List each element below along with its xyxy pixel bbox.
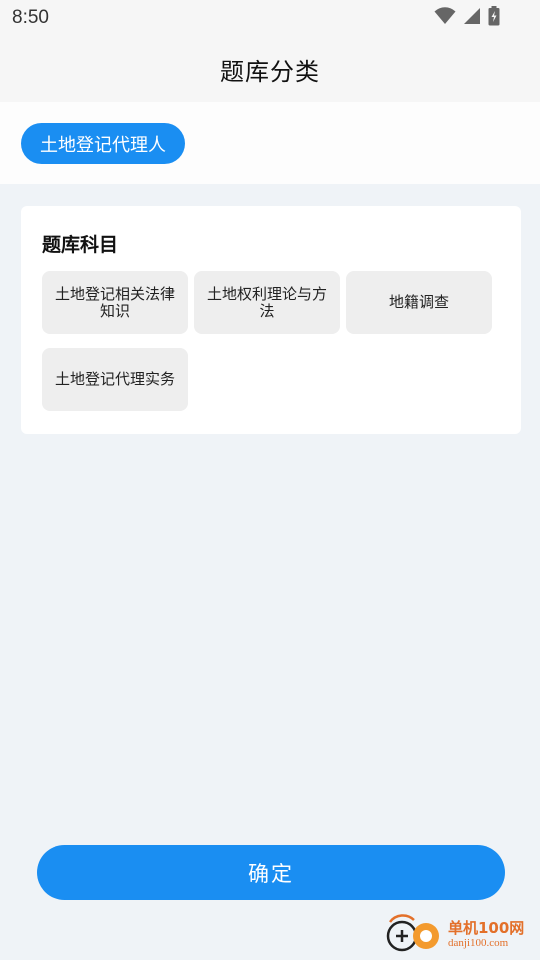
category-chip-selected[interactable]: 土地登记代理人 [21, 123, 185, 164]
watermark-brand: 单机100网 [448, 919, 525, 937]
subject-item-legal-knowledge[interactable]: 土地登记相关法律知识 [42, 271, 188, 334]
watermark: 单机100网 danji100.com [384, 914, 534, 958]
confirm-button[interactable]: 确定 [37, 845, 505, 900]
signal-icon [463, 7, 481, 29]
watermark-logo-icon [384, 914, 442, 958]
category-strip: 土地登记代理人 [0, 102, 540, 184]
wifi-icon [434, 7, 456, 29]
page-title: 题库分类 [220, 57, 320, 86]
subject-grid: 土地登记相关法律知识 土地权利理论与方法 地籍调查 土地登记代理实务 [42, 271, 502, 411]
subject-item-cadastral-survey[interactable]: 地籍调查 [346, 271, 492, 334]
watermark-text: 单机100网 danji100.com [448, 921, 524, 951]
status-bar: 8:50 [0, 0, 540, 36]
subject-card-title: 题库科目 [42, 234, 119, 256]
subject-card: 题库科目 土地登记相关法律知识 土地权利理论与方法 地籍调查 土地登记代理实务 [21, 206, 521, 434]
app-header: 题库分类 [0, 36, 540, 102]
status-icons [434, 6, 500, 30]
subject-item-rights-theory[interactable]: 土地权利理论与方法 [194, 271, 340, 334]
status-time: 8:50 [12, 7, 49, 28]
battery-icon [488, 6, 500, 30]
watermark-domain: danji100.com [448, 937, 509, 949]
subject-item-agency-practice[interactable]: 土地登记代理实务 [42, 348, 188, 411]
